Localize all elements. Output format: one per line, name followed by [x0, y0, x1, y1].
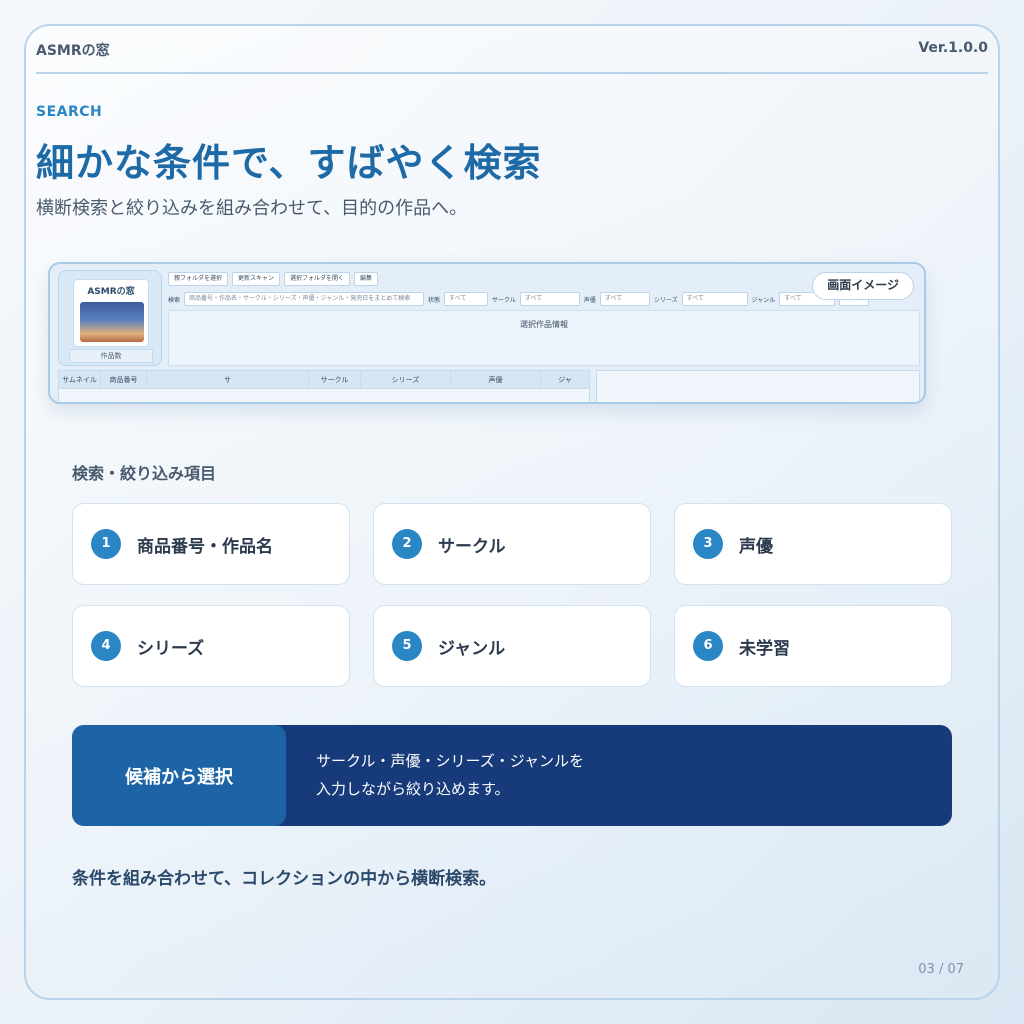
- mini-filter-label: 声優: [583, 296, 596, 304]
- footer-summary: 条件を組み合わせて、コレクションの中から横断検索。: [72, 869, 497, 889]
- mini-filter-select: すべて: [599, 292, 650, 306]
- banner-description: サークル・声優・シリーズ・ジャンルを 入力しながら絞り込めます。: [316, 747, 584, 803]
- filter-item-label: ジャンル: [438, 638, 506, 659]
- page-indicator: 03 / 07: [918, 962, 964, 977]
- mini-column-header: サムネイル: [59, 371, 101, 388]
- mini-search-field: 商品番号・作品名・サークル・シリーズ・声優・ジャンル・発売日をまとめて検索: [184, 292, 425, 306]
- mini-info-panel: 選択作品情報: [168, 310, 920, 366]
- filter-item: 2 サークル: [373, 503, 651, 585]
- filter-item-number: 2: [392, 529, 422, 559]
- mini-table-header: サムネイル 商品番号 サ サークル シリーズ 声優 ジャ: [59, 371, 589, 389]
- page-title: 細かな条件で、すばやく検索: [36, 141, 542, 185]
- filter-item-number: 6: [693, 631, 723, 661]
- filter-item-number: 4: [91, 631, 121, 661]
- filter-item-label: シリーズ: [137, 638, 205, 659]
- banner-title-box: 候補から選択: [72, 725, 286, 826]
- mini-column-header: シリーズ: [361, 371, 451, 388]
- brand-name: ASMRの窓: [36, 43, 110, 59]
- mini-filter-label: 状態: [428, 296, 441, 304]
- mini-button: 選択フォルダを開く: [284, 272, 351, 286]
- version-label: Ver.1.0.0: [918, 40, 988, 56]
- mini-table: サムネイル 商品番号 サ サークル シリーズ 声優 ジャ: [58, 370, 590, 402]
- mini-logo-image: [80, 302, 144, 342]
- candidate-select-banner: 候補から選択 サークル・声優・シリーズ・ジャンルを 入力しながら絞り込めます。: [72, 725, 952, 826]
- filter-item: 3 声優: [674, 503, 952, 585]
- mini-filter-select: すべて: [519, 292, 580, 306]
- filter-item-number: 1: [91, 529, 121, 559]
- banner-line: 入力しながら絞り込めます。: [316, 780, 510, 798]
- mini-sidebar: ASMRの窓 作品数: [58, 270, 162, 366]
- mini-filter-label: ジャンル: [751, 296, 776, 304]
- mini-column-header: サークル: [309, 371, 361, 388]
- app-screenshot: ASMRの窓 作品数 親フォルダを選択 更新スキャン 選択フォルダを開く 編集 …: [48, 262, 926, 404]
- filter-item: 6 未学習: [674, 605, 952, 687]
- mini-logo: ASMRの窓: [73, 279, 149, 347]
- top-bar: ASMRの窓 Ver.1.0.0: [36, 40, 988, 74]
- mini-filter-label: シリーズ: [653, 296, 678, 304]
- page-subtitle: 横断検索と絞り込みを組み合わせて、目的の作品へ。: [36, 198, 468, 219]
- filter-item-number: 3: [693, 529, 723, 559]
- mini-logo-text: ASMRの窓: [87, 287, 135, 297]
- filter-item-label: 商品番号・作品名: [137, 536, 273, 557]
- filter-item: 5 ジャンル: [373, 605, 651, 687]
- mini-column-header: サ: [147, 371, 309, 388]
- mini-search-row: 検索 商品番号・作品名・サークル・シリーズ・声優・ジャンル・発売日をまとめて検索…: [168, 292, 870, 306]
- screen-image-badge: 画面イメージ: [812, 272, 914, 300]
- mini-filter-select: すべて: [681, 292, 748, 306]
- mini-button: 更新スキャン: [232, 272, 281, 286]
- filter-item-label: 未学習: [739, 638, 790, 659]
- banner-line: サークル・声優・シリーズ・ジャンルを: [316, 752, 585, 770]
- mini-preview-pane: [596, 370, 920, 402]
- mini-toolbar: 親フォルダを選択 更新スキャン 選択フォルダを開く 編集: [168, 272, 379, 286]
- filter-item-label: 声優: [739, 536, 773, 557]
- mini-count-label: 作品数: [69, 349, 153, 363]
- mini-button: 編集: [354, 272, 379, 286]
- mini-button: 親フォルダを選択: [168, 272, 229, 286]
- filter-item: 1 商品番号・作品名: [72, 503, 350, 585]
- mini-search-label: 検索: [168, 296, 181, 304]
- mini-filter-select: すべて: [444, 292, 489, 306]
- filter-item-label: サークル: [438, 536, 506, 557]
- mini-column-header: 声優: [451, 371, 541, 388]
- mini-column-header: ジャ: [558, 376, 572, 384]
- filter-item: 4 シリーズ: [72, 605, 350, 687]
- filters-section-label: 検索・絞り込み項目: [72, 464, 217, 483]
- mini-filter-label: サークル: [492, 296, 516, 304]
- banner-title: 候補から選択: [125, 766, 233, 788]
- filter-item-number: 5: [392, 631, 422, 661]
- section-kicker: SEARCH: [36, 104, 103, 120]
- mini-column-header: 商品番号: [101, 371, 147, 388]
- mini-main: 親フォルダを選択 更新スキャン 選択フォルダを開く 編集 検索 商品番号・作品名…: [168, 270, 920, 366]
